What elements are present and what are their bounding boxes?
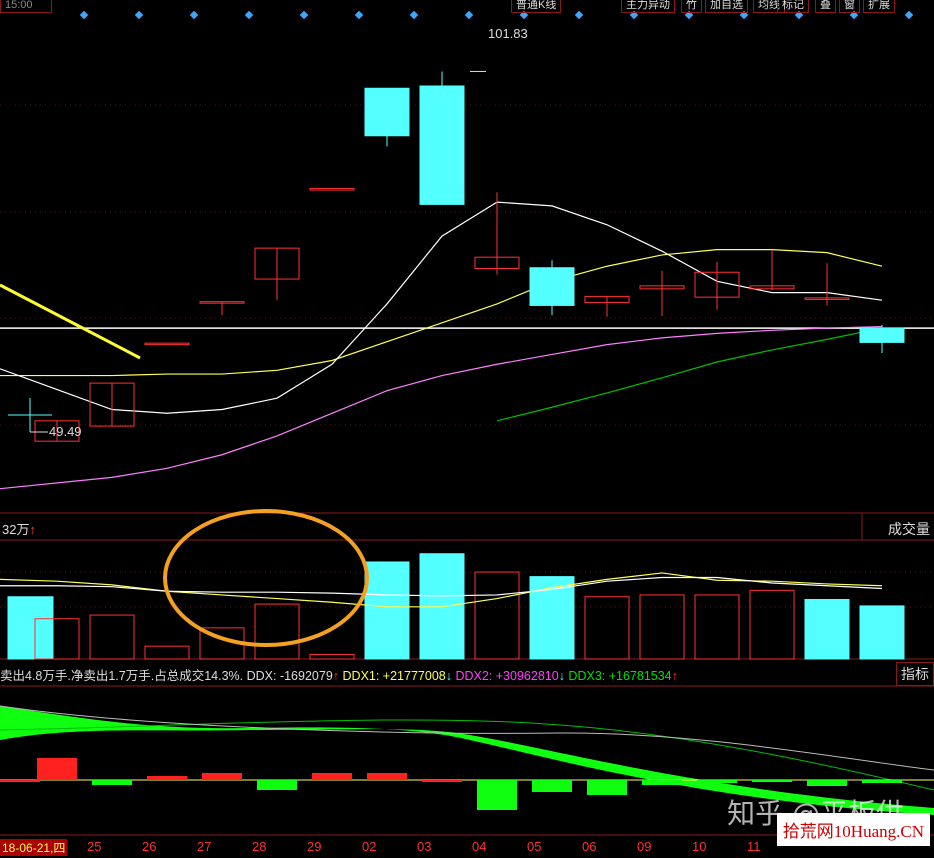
high-price-label: 101.83 [488,26,528,41]
volume-bar [474,571,520,660]
candle-body [144,342,190,346]
ma60-line [496,327,883,422]
volume-bar [364,561,410,660]
ddx-bar [697,780,737,783]
diamond-marker [409,10,419,20]
ddx-bar [312,773,352,780]
volume-bar [859,605,905,660]
ddx-bar [37,758,77,780]
toolbar-item[interactable]: 扩展 [863,0,895,13]
toolbar-item[interactable]: 叠 [815,0,836,13]
ma20-line [0,325,883,490]
ddx-summary-bar: 卖出4.8万手.净卖出1.7万手.占总成交14.3%. DDX: -169207… [0,669,678,683]
ddx-line [0,719,934,791]
date-tick: 04 [472,839,487,854]
toolbar-item[interactable]: 竹 [681,0,702,13]
ddx-bar [202,773,242,780]
date-tick: 26 [142,839,157,854]
date-tick: 10 [692,839,707,854]
volume-bar [309,653,355,660]
toolbar-item[interactable]: 标记 [777,0,809,13]
ddx-bar [532,780,572,792]
volume-bar [584,596,630,660]
date-tick: 28 [252,839,267,854]
diamond-marker [354,10,364,20]
date-tick: 29 [307,839,322,854]
volume-bar [639,594,685,660]
volume-bar [89,614,135,660]
ddx-value: DDX: -1692079 [246,669,333,683]
diamond-marker [299,10,309,20]
volume-bar [749,589,795,660]
ddx-bar [642,780,682,785]
volume-bar [7,596,54,660]
ddx-bar [587,780,627,795]
volume-bar [254,603,300,660]
candle-body [529,267,575,306]
ddx-bar [807,780,847,786]
candle-body [309,188,355,191]
site-watermark: 拾荒网10Huang.CN [776,813,930,846]
toolbar-item[interactable]: 主力异动 [621,0,675,13]
date-tick: 11 [747,839,761,854]
candle-body [859,327,905,343]
date-tick: 02 [362,839,377,854]
ddx-bar [92,780,132,785]
candle-body [364,87,410,137]
volume-bar [144,645,190,660]
diamond-marker [904,10,914,20]
ma10-line [0,249,883,377]
trend-segment [0,283,141,360]
diamond-marker [574,10,584,20]
trade-summary: 卖出4.8万手.净卖出1.7万手.占总成交14.3%. [0,669,244,683]
ddx1-value: DDX1: +21777008 [342,669,446,683]
diamond-marker [79,10,89,20]
diamond-marker [244,10,254,20]
ddx-bar [422,780,462,782]
diamond-marker [134,10,144,20]
candle-body [419,85,465,205]
ddx3-value: DDX3: +16781534 [568,669,672,683]
volume-bar [694,594,740,660]
ma5-line [0,201,883,414]
toolbar-item[interactable]: 普通K线 [511,0,562,13]
date-tick: 05 [527,839,542,854]
ddx-bar [367,773,407,780]
stock-chart[interactable] [0,0,934,858]
ddx-bar [752,780,792,782]
toolbar-item[interactable]: 窗 [839,0,860,13]
ddx-bar [0,780,40,782]
volume-indicator-label[interactable]: 成交量 [888,519,930,539]
ddx-bar [257,780,297,790]
date-tick: 06 [582,839,597,854]
date-tick: 25 [87,839,102,854]
diamond-marker [189,10,199,20]
low-price-label: 49.49 [49,424,82,439]
time-tab[interactable]: 15:00 [0,0,52,13]
ddx2-value: DDX2: +30962810 [455,669,559,683]
date-tick: 03 [417,839,432,854]
diamond-marker [464,10,474,20]
date-tick: 27 [197,839,212,854]
ddx-bar [477,780,517,810]
first-date-label: 18-06-21,四 [0,839,68,856]
date-tick: 09 [637,839,652,854]
indicator-button[interactable]: 指标 [896,662,934,686]
toolbar-item[interactable]: 加自选 [705,0,748,13]
volume-bar [804,599,850,660]
ddx-bar [147,776,187,780]
ddx-bar [862,780,902,783]
volume-scale-label: 32万↑ [2,522,36,537]
highlight-circle [163,509,369,647]
